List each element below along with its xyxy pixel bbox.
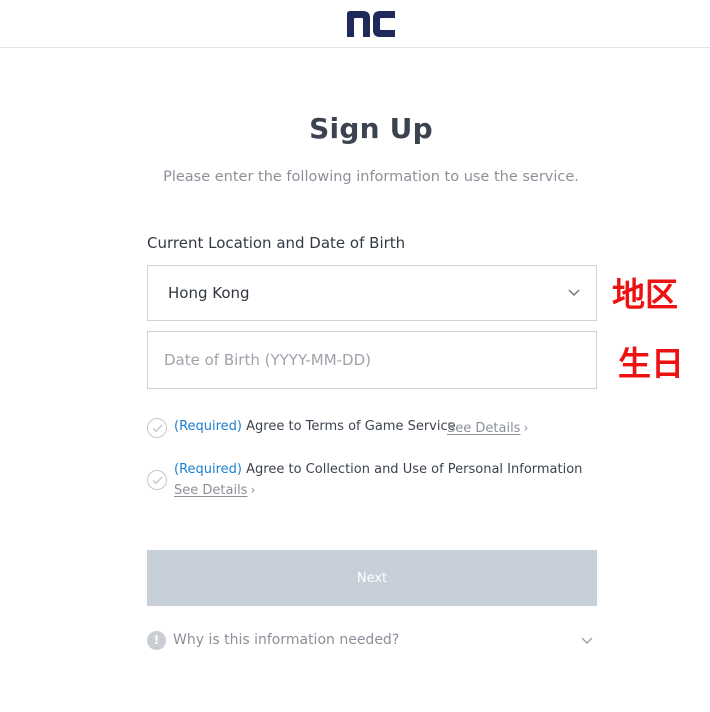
top-bar xyxy=(0,0,710,48)
check-icon xyxy=(152,476,163,485)
page-subtitle: Please enter the following information t… xyxy=(163,169,579,185)
terms-agreement: (Required) Agree to Terms of Game Servic… xyxy=(174,419,456,434)
chevron-down-icon xyxy=(581,637,593,644)
chevron-right-icon: › xyxy=(250,483,256,497)
check-icon xyxy=(152,424,163,433)
exclamation-icon: ! xyxy=(147,631,166,650)
chevron-right-icon: › xyxy=(523,421,529,435)
terms-label: Agree to Terms of Game Service xyxy=(246,419,456,434)
dob-input[interactable] xyxy=(147,331,597,389)
privacy-label: Agree to Collection and Use of Personal … xyxy=(246,462,583,477)
terms-see-details-link[interactable]: See Details › xyxy=(447,421,528,436)
location-dob-label: Current Location and Date of Birth xyxy=(147,234,406,252)
birthday-annotation: 生日 xyxy=(618,344,684,383)
required-tag: (Required) xyxy=(174,462,243,477)
why-info-label: Why is this information needed? xyxy=(173,632,400,648)
location-select[interactable]: Hong Kong xyxy=(147,265,597,321)
chevron-down-icon xyxy=(568,289,580,296)
terms-checkbox[interactable] xyxy=(147,418,167,438)
privacy-see-details-link[interactable]: See Details › xyxy=(174,483,255,498)
privacy-agreement: (Required) Agree to Collection and Use o… xyxy=(174,462,582,477)
region-annotation: 地区 xyxy=(612,275,678,314)
required-tag: (Required) xyxy=(174,419,243,434)
nc-logo-icon[interactable] xyxy=(347,11,395,37)
why-info-toggle[interactable]: ! Why is this information needed? xyxy=(147,630,597,652)
location-value: Hong Kong xyxy=(168,284,250,302)
next-button[interactable]: Next xyxy=(147,550,597,606)
see-details-label: See Details xyxy=(174,483,248,498)
see-details-label: See Details xyxy=(447,421,521,436)
page-title: Sign Up xyxy=(309,112,433,145)
privacy-checkbox[interactable] xyxy=(147,470,167,490)
